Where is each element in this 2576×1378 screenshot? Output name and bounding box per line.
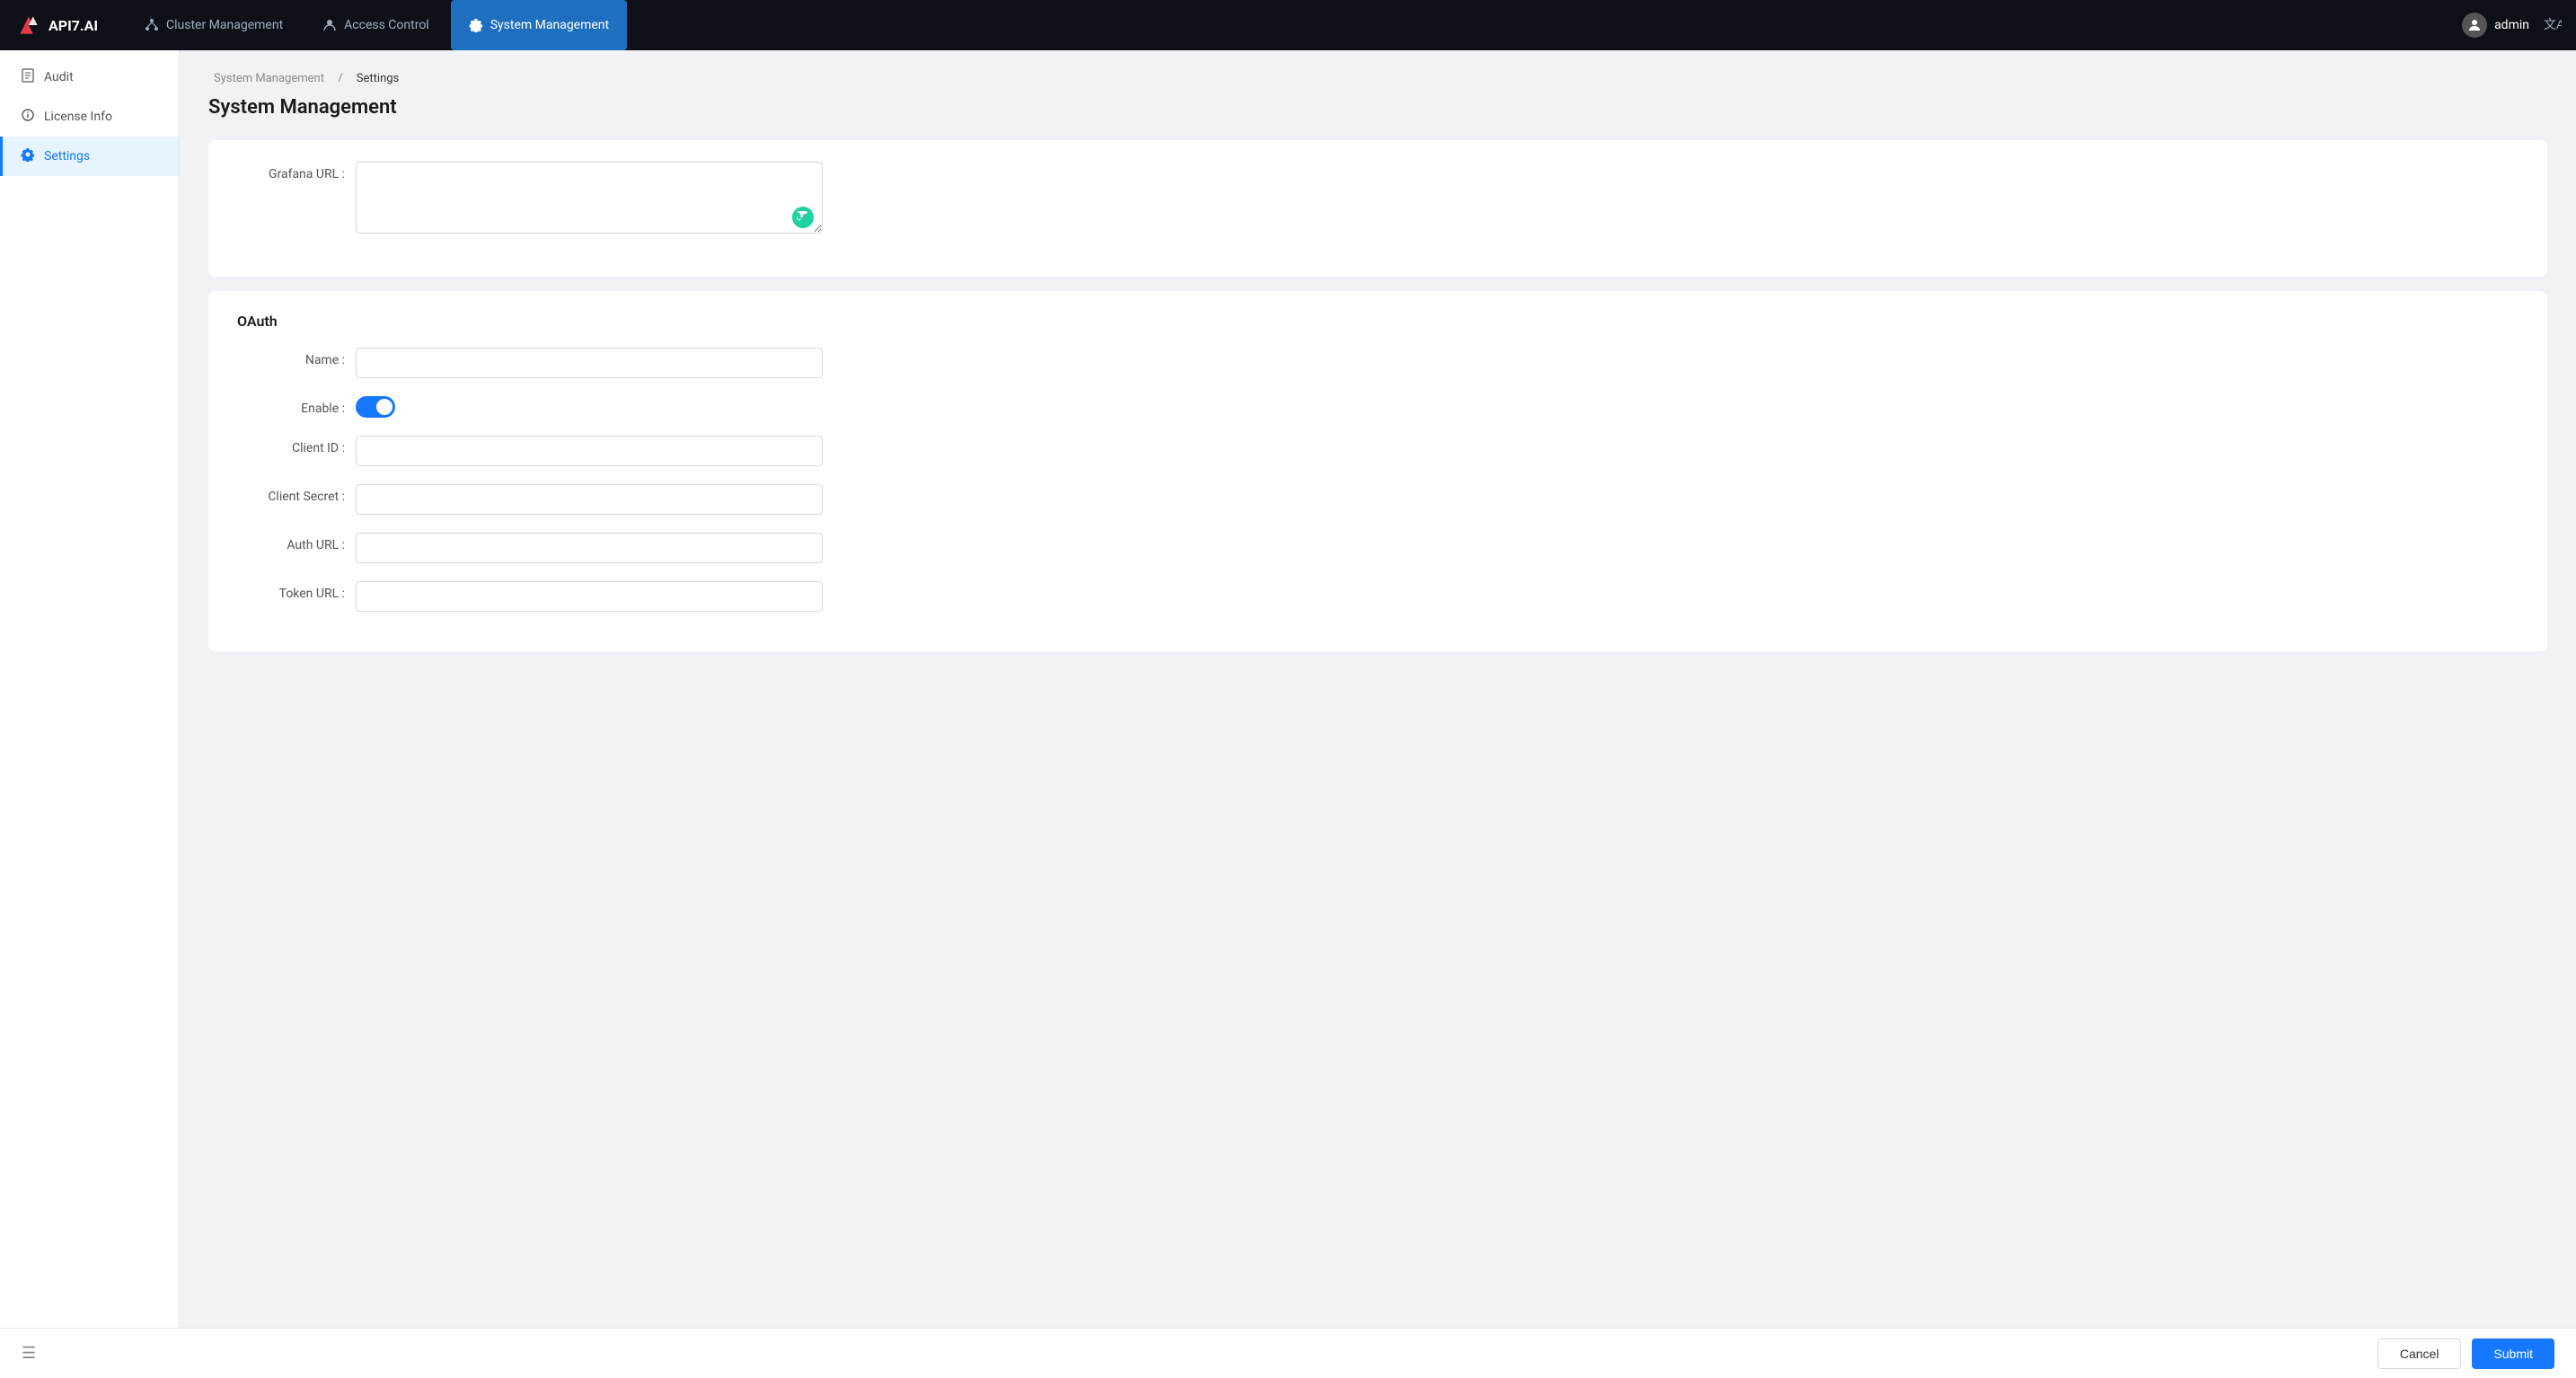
client-id-input[interactable] <box>356 436 823 466</box>
breadcrumb-separator: / <box>338 72 342 85</box>
avatar <box>2462 13 2487 38</box>
nav-item-access[interactable]: Access Control <box>304 0 447 50</box>
user-icon <box>322 18 337 32</box>
grafana-url-label: Grafana URL : <box>237 162 345 181</box>
token-url-control <box>356 581 823 612</box>
client-secret-form-row: Client Secret : <box>237 484 2519 515</box>
grafana-form-row: Grafana URL : <box>237 162 2519 237</box>
grafana-section: Grafana URL : <box>208 140 2547 277</box>
hamburger-icon: ☰ <box>22 1344 36 1363</box>
bottom-bar: ☰ Cancel Submit <box>0 1328 2576 1378</box>
page-title: System Management <box>208 96 2547 119</box>
enable-form-row: Enable : <box>237 396 2519 418</box>
cluster-icon <box>145 18 159 32</box>
name-input[interactable] <box>356 348 823 378</box>
oauth-section: OAuth Name : Enable : <box>208 291 2547 651</box>
top-nav: API7.AI Cluster Management Access Contro… <box>0 0 2576 50</box>
logo-text: API7.AI <box>49 17 98 34</box>
submit-button[interactable]: Submit <box>2472 1338 2554 1369</box>
nav-label-cluster: Cluster Management <box>166 18 283 32</box>
client-secret-control <box>356 484 823 515</box>
auth-url-control <box>356 533 823 563</box>
auth-url-input[interactable] <box>356 533 823 563</box>
sidebar-label-license: License Info <box>44 110 112 124</box>
name-form-row: Name : <box>237 348 2519 378</box>
cancel-button[interactable]: Cancel <box>2378 1338 2462 1369</box>
token-url-form-row: Token URL : <box>237 581 2519 612</box>
toggle-slider <box>356 396 395 418</box>
audit-icon <box>21 68 35 86</box>
client-id-control <box>356 436 823 466</box>
main-content: System Management / Settings System Mana… <box>180 50 2576 1328</box>
info-icon <box>21 108 35 126</box>
sidebar-item-settings[interactable]: Settings <box>0 137 179 176</box>
sidebar-item-audit[interactable]: Audit <box>0 57 179 97</box>
user-name: admin <box>2494 18 2529 32</box>
name-label: Name : <box>237 348 345 367</box>
enable-toggle[interactable] <box>356 396 395 418</box>
nav-user[interactable]: admin <box>2462 13 2529 38</box>
client-secret-input[interactable] <box>356 484 823 515</box>
nav-label-access: Access Control <box>344 18 429 32</box>
grafana-refresh-icon[interactable] <box>792 207 814 228</box>
sidebar-label-settings: Settings <box>44 149 90 163</box>
translate-icon[interactable]: 文A <box>2544 14 2562 37</box>
token-url-label: Token URL : <box>237 581 345 601</box>
settings-icon <box>21 147 35 165</box>
auth-url-label: Auth URL : <box>237 533 345 552</box>
breadcrumb-parent: System Management <box>214 72 324 85</box>
client-id-label: Client ID : <box>237 436 345 455</box>
sidebar-item-license[interactable]: License Info <box>0 97 179 137</box>
gear-icon-nav <box>469 18 483 32</box>
menu-button[interactable]: ☰ <box>22 1344 36 1363</box>
sidebar: Audit License Info Settings <box>0 50 180 1328</box>
oauth-title: OAuth <box>237 313 2519 330</box>
breadcrumb-current: Settings <box>357 72 399 85</box>
logo[interactable]: API7.AI <box>14 11 98 40</box>
breadcrumb: System Management / Settings <box>208 72 2547 85</box>
svg-text:文A: 文A <box>2544 17 2562 31</box>
enable-control <box>356 396 823 418</box>
name-control <box>356 348 823 378</box>
grafana-url-input[interactable] <box>356 162 823 234</box>
nav-item-system[interactable]: System Management <box>451 0 627 50</box>
nav-items: Cluster Management Access Control System… <box>127 0 2455 50</box>
sidebar-label-audit: Audit <box>44 70 74 84</box>
enable-label: Enable : <box>237 396 345 416</box>
nav-item-cluster[interactable]: Cluster Management <box>127 0 301 50</box>
client-secret-label: Client Secret : <box>237 484 345 504</box>
nav-right: admin 文A <box>2462 13 2562 38</box>
auth-url-form-row: Auth URL : <box>237 533 2519 563</box>
nav-label-system: System Management <box>490 18 609 32</box>
token-url-input[interactable] <box>356 581 823 612</box>
footer-actions: Cancel Submit <box>2378 1338 2554 1369</box>
grafana-url-wrapper <box>356 162 823 237</box>
app-body: Audit License Info Settings System Manag… <box>0 50 2576 1328</box>
client-id-form-row: Client ID : <box>237 436 2519 466</box>
